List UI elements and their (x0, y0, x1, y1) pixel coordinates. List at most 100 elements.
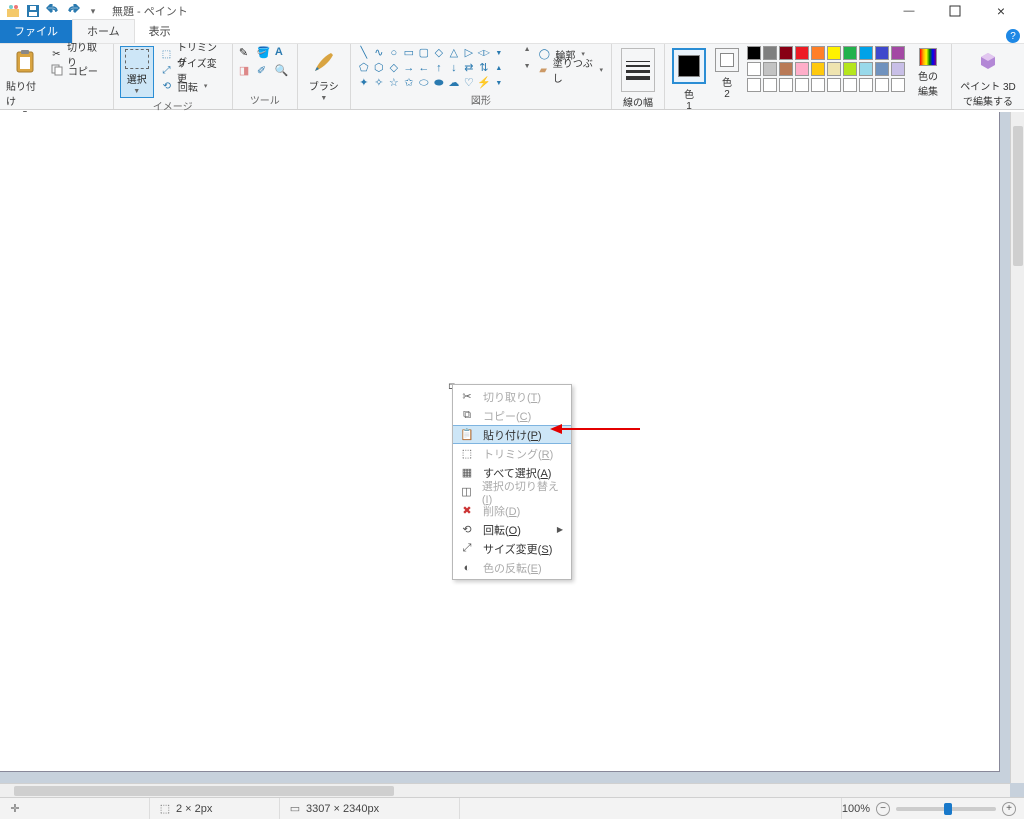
zoom-slider-thumb[interactable] (944, 803, 952, 815)
paint3d-button[interactable]: ペイント 3D で編集する (958, 46, 1018, 108)
picker-icon[interactable]: ✐ (257, 64, 273, 80)
undo-icon[interactable] (44, 2, 62, 20)
shapes-gallery[interactable]: ╲∿○▭▢◇△▷◁▷▼ ⬠⬡◇→←↑↓⇄⇅▲ ✦✧☆✩⬭⬬☁♡⚡▼ (357, 46, 521, 90)
linewidth-icon (621, 48, 655, 92)
zoom-slider[interactable] (896, 807, 996, 811)
palette-swatch[interactable] (859, 62, 873, 76)
bucket-icon[interactable]: 🪣 (257, 46, 273, 62)
palette-swatch[interactable] (795, 62, 809, 76)
palette-swatch[interactable] (827, 62, 841, 76)
palette-swatch[interactable] (859, 78, 873, 92)
edit-colors-button[interactable]: 色の 編集 (911, 46, 945, 98)
palette-swatch[interactable] (763, 62, 777, 76)
status-selection-size: ⬚2 × 2px (150, 798, 280, 819)
zoom-out-button[interactable]: − (876, 802, 890, 816)
palette-swatch[interactable] (891, 46, 905, 60)
minimize-button[interactable]: ― (886, 0, 932, 22)
context-menu-item[interactable]: ⟲回転(O)▶ (453, 520, 571, 539)
palette-swatch[interactable] (779, 78, 793, 92)
context-menu-label: コピー(C) (483, 408, 531, 424)
palette-swatch[interactable] (763, 46, 777, 60)
palette-swatch[interactable] (843, 46, 857, 60)
palette-swatch[interactable] (875, 62, 889, 76)
scrollbar-thumb[interactable] (14, 786, 394, 796)
palette-swatch[interactable] (827, 78, 841, 92)
palette-swatch[interactable] (811, 62, 825, 76)
palette-swatch[interactable] (875, 46, 889, 60)
zoom-in-button[interactable]: + (1002, 802, 1016, 816)
palette-swatch[interactable] (779, 46, 793, 60)
text-icon[interactable]: A (275, 46, 291, 62)
context-menu-item: ◫選択の切り替え(I) (453, 482, 571, 501)
context-menu-label: 色の反転(E) (483, 560, 542, 576)
shapes-scroll-icon[interactable]: ▼ (524, 63, 531, 70)
palette-swatch[interactable] (747, 46, 761, 60)
close-button[interactable]: × (978, 0, 1024, 22)
palette-swatch[interactable] (875, 78, 889, 92)
palette-swatch[interactable] (843, 62, 857, 76)
shapes-scroll-icon[interactable]: ▲ (524, 46, 531, 53)
brush-button[interactable]: ブラシ ▼ (304, 46, 344, 102)
copy-button[interactable]: コピー (48, 62, 107, 78)
maximize-button[interactable] (932, 0, 978, 22)
window-title: 無題 - ペイント (112, 3, 188, 19)
redo-icon[interactable] (64, 2, 82, 20)
palette-swatch[interactable] (827, 46, 841, 60)
color2-button[interactable]: 色 2 (713, 46, 741, 100)
selection-size-icon: ⬚ (158, 802, 172, 816)
group-brush: ブラシ ▼ (298, 44, 351, 109)
cut-icon: ✂ (459, 389, 475, 405)
context-menu-label: 貼り付け(P) (483, 427, 542, 443)
group-tools: ✎ 🪣 A ◨ ✐ 🔍 ツール (233, 44, 298, 109)
palette-swatch[interactable] (891, 78, 905, 92)
palette-swatch[interactable] (859, 46, 873, 60)
pencil-icon[interactable]: ✎ (239, 46, 255, 62)
context-menu-label: 切り取り(T) (483, 389, 541, 405)
linewidth-button[interactable]: 線の幅 ▼ (618, 46, 658, 118)
palette-swatch[interactable] (811, 46, 825, 60)
color-palette[interactable] (747, 46, 905, 92)
palette-swatch[interactable] (795, 46, 809, 60)
context-menu-item: ◐色の反転(E) (453, 558, 571, 577)
magnifier-icon[interactable]: 🔍 (275, 64, 291, 80)
crop-icon: ⬚ (160, 47, 173, 61)
context-menu-item: ⬚トリミング(R) (453, 444, 571, 463)
resize-icon: ⤢ (459, 541, 475, 557)
resize-button[interactable]: ⤢サイズ変更 (158, 62, 226, 78)
context-menu-item[interactable]: ⤢ サイズ変更(S) (453, 539, 571, 558)
context-menu-label: 削除(D) (483, 503, 520, 519)
qat-dropdown-icon[interactable]: ▾ (84, 2, 102, 20)
scrollbar-thumb[interactable] (1013, 126, 1023, 266)
rotate-button[interactable]: ⟲回転▾ (158, 78, 226, 94)
select-button[interactable]: 選択 ▼ (120, 46, 154, 98)
select-rect-icon (125, 49, 149, 69)
palette-swatch[interactable] (747, 62, 761, 76)
color1-button[interactable]: 色 1 (671, 46, 707, 112)
palette-swatch[interactable] (891, 62, 905, 76)
paste-button[interactable]: 貼り付け ▼ (6, 46, 44, 117)
cut-button[interactable]: ✂切り取り (48, 46, 107, 62)
color2-swatch (715, 48, 739, 72)
fill-icon: ▰ (537, 63, 548, 77)
vertical-scrollbar[interactable] (1010, 112, 1024, 783)
help-icon[interactable]: ? (1006, 29, 1020, 43)
fill-button[interactable]: ▰塗りつぶし▾ (535, 62, 605, 78)
palette-swatch[interactable] (747, 78, 761, 92)
outline-icon: ◯ (537, 47, 551, 61)
ribbon: 貼り付け ▼ ✂切り取り コピー クリップボード 選択 ▼ ⬚トリミング ⤢サイ… (0, 44, 1024, 110)
palette-swatch[interactable] (779, 62, 793, 76)
palette-swatch[interactable] (843, 78, 857, 92)
context-menu-label: トリミング(R) (483, 446, 553, 462)
palette-swatch[interactable] (795, 78, 809, 92)
context-menu-label: サイズ変更(S) (483, 541, 552, 557)
save-icon[interactable] (24, 2, 42, 20)
horizontal-scrollbar[interactable] (0, 783, 1010, 797)
annotation-arrow (560, 428, 640, 430)
palette-swatch[interactable] (763, 78, 777, 92)
status-bar: ✛ ⬚2 × 2px ▭3307 × 2340px 100% − + (0, 797, 1024, 819)
group-linewidth: 線の幅 ▼ (612, 44, 665, 109)
eraser-icon[interactable]: ◨ (239, 64, 255, 80)
palette-swatch[interactable] (811, 78, 825, 92)
tab-file[interactable]: ファイル (0, 20, 72, 43)
copy-icon (50, 63, 64, 77)
